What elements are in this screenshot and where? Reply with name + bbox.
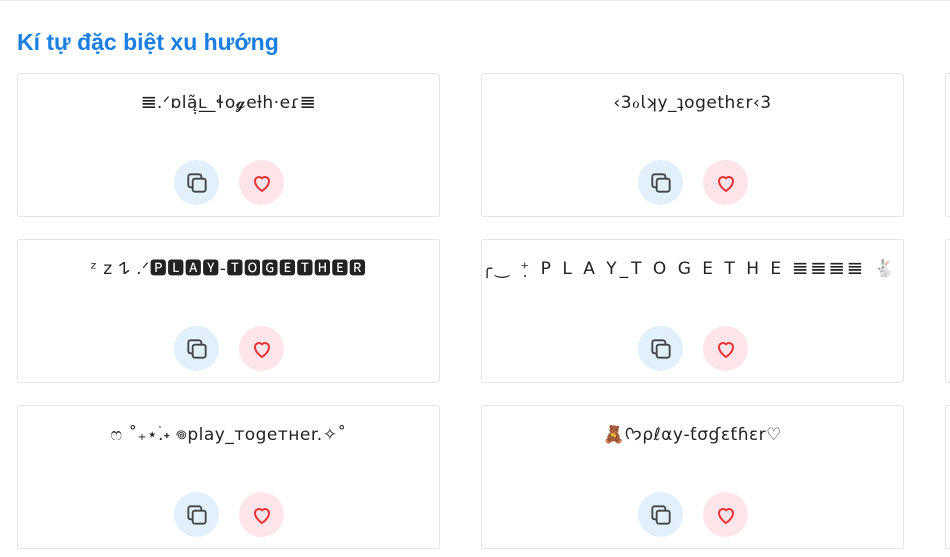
copy-button[interactable] — [174, 492, 219, 537]
heart-icon — [250, 171, 274, 195]
copy-icon — [184, 336, 210, 362]
copy-icon — [184, 502, 210, 528]
symbol-card-partial — [945, 73, 950, 217]
like-button[interactable] — [703, 160, 748, 205]
symbol-card: 🧸ᢉ𐭩ρℓαу-ƭσɠεƭɦεr♡ — [481, 405, 904, 549]
symbol-text[interactable]: ᶻ z 𐰁 .ᐟ🅿🅻🅰🆈-🆃🅾🅶🅴🆃🅷🅴🆁 — [18, 257, 439, 281]
heart-icon — [714, 337, 738, 361]
copy-button[interactable] — [174, 160, 219, 205]
symbol-card: ෆ ˚₊⋆࣪.˖ 𖦹play_тogeтнer.✧˚ — [17, 405, 440, 549]
copy-button[interactable] — [638, 492, 683, 537]
copy-icon — [648, 336, 674, 362]
symbol-text[interactable]: 𝌆.ᐟɒlą̣̃ʟ̲_ɬo𝓰eƚh·eɾ𝌆 — [18, 91, 439, 115]
symbol-card: ╭‿ ⁺̣ P L A Y_T O G E T H E 𝌆𝌆𝌆𝌆 🐇 ₊˚ෆ — [481, 239, 904, 383]
symbol-card: ᶻ z 𐰁 .ᐟ🅿🅻🅰🆈-🆃🅾🅶🅴🆃🅷🅴🆁 — [17, 239, 440, 383]
heart-icon — [250, 503, 274, 527]
copy-icon — [184, 170, 210, 196]
symbol-text[interactable]: ‹3ℴ𝗅ʞy_ʇogethɛr‹3 — [482, 91, 903, 115]
symbol-card: ‹3ℴ𝗅ʞy_ʇogethɛr‹3 — [481, 73, 904, 217]
copy-button[interactable] — [174, 326, 219, 371]
copy-icon — [648, 502, 674, 528]
like-button[interactable] — [239, 492, 284, 537]
like-button[interactable] — [239, 160, 284, 205]
symbol-text[interactable]: ෆ ˚₊⋆࣪.˖ 𖦹play_тogeтнer.✧˚ — [18, 423, 439, 447]
symbol-card-partial — [945, 405, 950, 549]
like-button[interactable] — [239, 326, 284, 371]
heart-icon — [714, 171, 738, 195]
top-divider — [0, 0, 950, 1]
copy-icon — [648, 170, 674, 196]
heart-icon — [250, 337, 274, 361]
symbol-card: 𝌆.ᐟɒlą̣̃ʟ̲_ɬo𝓰eƚh·eɾ𝌆 — [17, 73, 440, 217]
section-title: Kí tự đặc biệt xu hướng — [17, 29, 279, 55]
copy-button[interactable] — [638, 326, 683, 371]
like-button[interactable] — [703, 492, 748, 537]
symbol-text[interactable]: ╭‿ ⁺̣ P L A Y_T O G E T H E 𝌆𝌆𝌆𝌆 🐇 ₊˚ෆ — [482, 257, 903, 281]
page: Kí tự đặc biệt xu hướng 𝌆.ᐟɒlą̣̃ʟ̲_ɬo𝓰eƚ… — [0, 0, 950, 557]
symbol-card-partial — [945, 239, 950, 383]
symbol-text[interactable]: 🧸ᢉ𐭩ρℓαу-ƭσɠεƭɦεr♡ — [482, 423, 903, 447]
heart-icon — [714, 503, 738, 527]
like-button[interactable] — [703, 326, 748, 371]
copy-button[interactable] — [638, 160, 683, 205]
